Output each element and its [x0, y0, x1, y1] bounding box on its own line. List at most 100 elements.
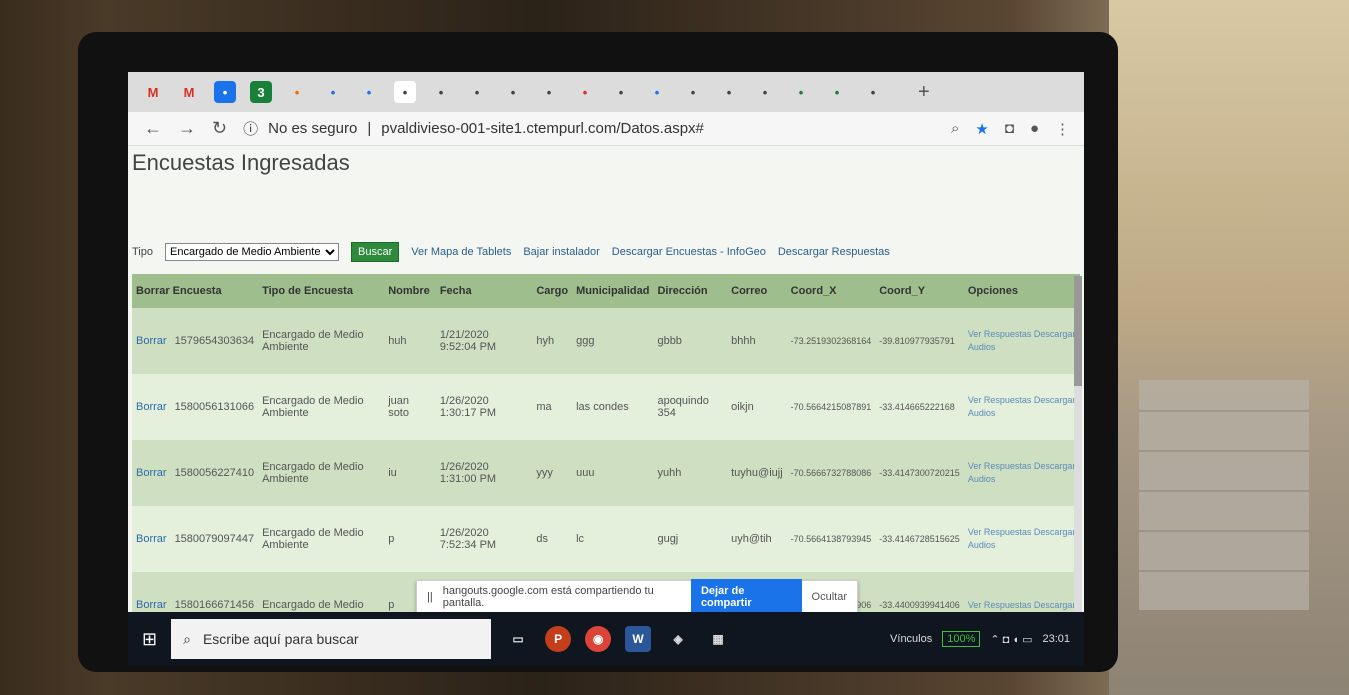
fecha-cell: 1/26/2020 1:30:17 PM [435, 374, 533, 440]
menu-icon[interactable]: ⋮ [1055, 120, 1070, 138]
tab-icon[interactable]: • [574, 81, 596, 103]
coord-y-cell: -33.4147300720215 [875, 440, 964, 506]
chrome-icon[interactable]: ◉ [585, 626, 612, 652]
extension-icon[interactable]: ◘ [1005, 120, 1014, 138]
opciones-links[interactable]: Ver Respuestas Descargar Audios [963, 440, 1080, 506]
header-municipalidad: Municipalidad [572, 274, 654, 308]
vinculos-label[interactable]: Vínculos [890, 633, 932, 645]
tab-icon[interactable]: • [322, 81, 344, 103]
coord-x-cell: -70.5666732788086 [786, 440, 876, 506]
forward-icon[interactable]: → [178, 118, 196, 139]
word-icon[interactable]: W [625, 626, 652, 652]
task-view-icon[interactable]: ▭ [505, 626, 531, 652]
tab-icon[interactable]: • [790, 81, 812, 103]
powerpoint-icon[interactable]: P [545, 626, 572, 652]
filter-toolbar: Tipo Encargado de Medio Ambiente Buscar … [132, 242, 1080, 262]
municipalidad-cell: lc [572, 506, 654, 572]
url-field[interactable]: ⓘ No es seguro | pvaldivieso-001-site1.c… [243, 118, 704, 139]
cargo-cell: hyh [532, 308, 573, 374]
star-icon[interactable]: ★ [975, 120, 988, 138]
tab-icon[interactable]: • [646, 81, 668, 103]
table-row: Borrar 1580056131066 Encargado de Medio … [132, 374, 1080, 440]
tab-icon[interactable]: • [826, 81, 848, 103]
tab-icon[interactable]: • [502, 81, 524, 103]
tipo-select[interactable]: Encargado de Medio Ambiente [165, 243, 339, 261]
tipo-cell: Encargado de Medio Ambiente [258, 374, 385, 440]
browser-tab-bar: M M • 3 • • • • • • • • • • • • • • • • … [128, 72, 1084, 112]
opciones-links[interactable]: Ver Respuestas Descargar [963, 572, 1080, 612]
gmail-tab-icon[interactable]: M [178, 81, 200, 103]
divider: | [367, 120, 372, 137]
tab-icon[interactable]: • [682, 81, 704, 103]
page-content: Encuestas Ingresadas Tipo Encargado de M… [128, 146, 1084, 612]
opciones-links[interactable]: Ver Respuestas Descargar Audios [963, 506, 1080, 572]
correo-cell: bhhh [727, 308, 787, 374]
active-tab-icon[interactable]: • [394, 81, 416, 103]
scrollbar-thumb[interactable] [1074, 276, 1082, 386]
gmail-tab-icon[interactable]: M [142, 81, 164, 103]
ver-mapa-link[interactable]: Ver Mapa de Tablets [411, 246, 511, 258]
table-row: Borrar 1579654303634 Encargado de Medio … [132, 308, 1080, 374]
bajar-instalador-link[interactable]: Bajar instalador [523, 246, 599, 258]
tab-icon[interactable]: • [610, 81, 632, 103]
nombre-cell: huh [384, 308, 436, 374]
table-row: Borrar 1580056227410 Encargado de Medio … [132, 440, 1080, 506]
buscar-button[interactable]: Buscar [351, 242, 400, 262]
tab-icon[interactable]: • [286, 81, 308, 103]
tab-icon[interactable]: 3 [250, 81, 272, 103]
tab-icon[interactable]: • [754, 81, 776, 103]
header-cargo: Cargo [532, 274, 573, 308]
opciones-links[interactable]: Ver Respuestas Descargar Audios [963, 374, 1080, 440]
reload-icon[interactable]: ↻ [212, 118, 227, 139]
opciones-links[interactable]: Ver Respuestas Descargar Audios [963, 308, 1080, 374]
app-icon[interactable]: ◈ [665, 626, 691, 652]
header-coord-y: Coord_Y [875, 274, 964, 308]
tab-icon[interactable]: • [466, 81, 488, 103]
borrar-link[interactable]: Borrar [132, 440, 171, 506]
borrar-link[interactable]: Borrar [132, 506, 171, 572]
cargo-cell: ds [532, 506, 573, 572]
back-icon[interactable]: ← [144, 118, 162, 139]
cargo-cell: ma [532, 374, 573, 440]
borrar-link[interactable]: Borrar [132, 572, 171, 612]
tab-icon[interactable]: • [538, 81, 560, 103]
coord-y-cell: -33.4146728515625 [875, 506, 964, 572]
page-scrollbar[interactable] [1074, 276, 1082, 612]
search-placeholder: Escribe aquí para buscar [202, 631, 359, 647]
taskbar-search[interactable]: ⌕ Escribe aquí para buscar [171, 619, 492, 659]
municipalidad-cell: uuu [572, 440, 654, 506]
tab-icon[interactable]: • [862, 81, 884, 103]
system-tray: Vínculos 100% ⌃ ◘ ◖ ▭ 23:01 [890, 631, 1084, 647]
calculator-icon[interactable]: ▦ [705, 626, 731, 652]
search-icon: ⌕ [183, 630, 191, 647]
coord-x-cell: -70.5664215087891 [786, 374, 876, 440]
battery-indicator[interactable]: 100% [942, 631, 981, 647]
tab-icon[interactable]: • [358, 81, 380, 103]
descargar-respuestas-link[interactable]: Descargar Respuestas [778, 246, 890, 258]
descargar-encuestas-link[interactable]: Descargar Encuestas - InfoGeo [612, 246, 766, 258]
header-coord-x: Coord_X [786, 274, 876, 308]
borrar-link[interactable]: Borrar [132, 374, 171, 440]
windows-start-icon[interactable]: ⊞ [142, 629, 157, 650]
encuesta-id: 1579654303634 [170, 308, 259, 374]
profile-avatar[interactable]: ● [1030, 120, 1039, 138]
tab-icon[interactable]: • [430, 81, 452, 103]
coord-x-cell: -73.2519302368164 [786, 308, 876, 374]
hide-button[interactable]: Ocultar [812, 591, 847, 603]
tab-icon[interactable]: • [718, 81, 740, 103]
new-tab-icon[interactable]: + [918, 81, 930, 104]
zoom-icon[interactable]: ⌕ [951, 120, 959, 138]
borrar-link[interactable]: Borrar [132, 308, 171, 374]
tray-icons[interactable]: ⌃ ◘ ◖ ▭ [990, 633, 1032, 646]
clock[interactable]: 23:01 [1042, 633, 1070, 645]
stop-sharing-button[interactable]: Dejar de compartir [690, 579, 802, 612]
screen-share-notification: || hangouts.google.com está compartiendo… [416, 579, 858, 612]
header-tipo: Tipo de Encuesta [258, 274, 385, 308]
meet-tab-icon[interactable]: • [214, 81, 236, 103]
pause-icon: || [427, 591, 433, 603]
page-title: Encuestas Ingresadas [132, 150, 350, 175]
municipalidad-cell: ggg [572, 308, 654, 374]
info-icon: ⓘ [243, 121, 259, 138]
fecha-cell: 1/21/2020 9:52:04 PM [435, 308, 533, 374]
header-borrar: Borrar Encuesta [132, 274, 259, 308]
